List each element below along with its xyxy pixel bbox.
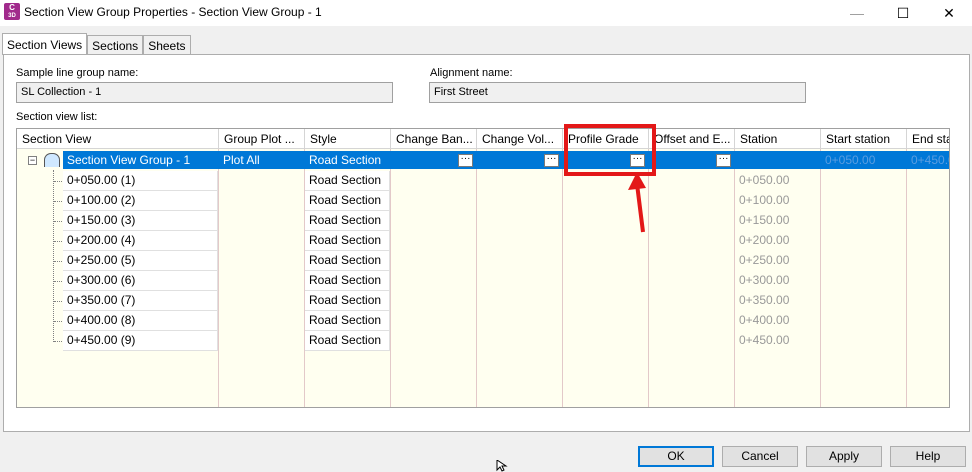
section-view-row-station: 0+450.00 bbox=[739, 333, 790, 347]
section-view-row-name[interactable]: 0+200.00 (4) bbox=[63, 231, 218, 251]
horizontal-scrollbar[interactable]: < > bbox=[17, 407, 949, 408]
section-view-row-station: 0+250.00 bbox=[739, 253, 790, 267]
section-view-row-style[interactable]: Road Section bbox=[305, 311, 390, 331]
section-view-row-style[interactable]: Road Section bbox=[305, 251, 390, 271]
tree-connector bbox=[54, 181, 62, 182]
group-name-cell[interactable]: Section View Group - 1 bbox=[63, 151, 218, 171]
col-header-style[interactable]: Style bbox=[305, 129, 391, 149]
section-view-row-style[interactable]: Road Section bbox=[305, 171, 390, 191]
section-view-row-name[interactable]: 0+450.00 (9) bbox=[63, 331, 218, 351]
maximize-button[interactable]: ☐ bbox=[880, 0, 926, 26]
section-view-row-style[interactable]: Road Section bbox=[305, 211, 390, 231]
minimize-button[interactable]: — bbox=[834, 0, 880, 26]
tree-connector bbox=[54, 201, 62, 202]
app-icon-letter: C bbox=[9, 3, 15, 12]
col-header-change-band[interactable]: Change Ban... bbox=[391, 129, 477, 149]
section-view-row-name[interactable]: 0+100.00 (2) bbox=[63, 191, 218, 211]
tab-sections[interactable]: Sections bbox=[87, 35, 144, 55]
civil3d-app-icon: C 3D bbox=[4, 3, 20, 20]
help-button[interactable]: Help bbox=[890, 446, 966, 467]
section-view-row-station: 0+350.00 bbox=[739, 293, 790, 307]
col-header-end-station[interactable]: End sta bbox=[907, 129, 949, 149]
title-bar: C 3D Section View Group Properties - Sec… bbox=[0, 0, 972, 26]
tab-sheets[interactable]: Sheets bbox=[143, 35, 191, 55]
tree-connector bbox=[54, 261, 62, 262]
tree-connector bbox=[54, 221, 62, 222]
section-view-grid[interactable]: Section View Group Plot ... Style Change… bbox=[16, 128, 950, 408]
tab-strip: Section Views Sections Sheets bbox=[2, 33, 191, 55]
window-title: Section View Group Properties - Section … bbox=[24, 5, 322, 19]
section-view-row-station: 0+050.00 bbox=[739, 173, 790, 187]
mouse-cursor-icon bbox=[496, 460, 508, 472]
column-separator bbox=[820, 149, 821, 407]
section-view-row-station: 0+100.00 bbox=[739, 193, 790, 207]
section-view-row-style[interactable]: Road Section bbox=[305, 231, 390, 251]
sample-line-group-label: Sample line group name: bbox=[16, 67, 139, 79]
column-separator bbox=[562, 149, 563, 407]
change-volume-ellipsis-button[interactable]: ··· bbox=[544, 154, 559, 167]
ok-button[interactable]: OK bbox=[638, 446, 714, 467]
tree-connector bbox=[54, 341, 62, 342]
red-annotation-arrow bbox=[628, 172, 646, 233]
section-view-row-name[interactable]: 0+400.00 (8) bbox=[63, 311, 218, 331]
app-icon-sub: 3D bbox=[8, 13, 16, 19]
collapse-toggle[interactable]: − bbox=[28, 156, 37, 165]
alignment-field[interactable]: First Street bbox=[429, 82, 806, 103]
tree-connector bbox=[54, 281, 62, 282]
section-view-row-name[interactable]: 0+150.00 (3) bbox=[63, 211, 218, 231]
alignment-label: Alignment name: bbox=[430, 67, 513, 79]
section-view-row-name[interactable]: 0+250.00 (5) bbox=[63, 251, 218, 271]
col-header-station[interactable]: Station bbox=[735, 129, 821, 149]
section-view-row-station: 0+150.00 bbox=[739, 213, 790, 227]
cancel-button[interactable]: Cancel bbox=[722, 446, 798, 467]
column-separator bbox=[906, 149, 907, 407]
change-band-ellipsis-button[interactable]: ··· bbox=[458, 154, 473, 167]
tree-connector bbox=[53, 170, 54, 342]
section-view-row-name[interactable]: 0+050.00 (1) bbox=[63, 171, 218, 191]
group-start-station-cell: 0+050.00 bbox=[825, 153, 876, 167]
section-view-row-style[interactable]: Road Section bbox=[305, 291, 390, 311]
close-button[interactable]: ✕ bbox=[926, 0, 972, 26]
col-header-offset-elevation[interactable]: Offset and E... bbox=[649, 129, 735, 149]
section-view-row-name[interactable]: 0+300.00 (6) bbox=[63, 271, 218, 291]
group-plot-cell[interactable]: Plot All bbox=[219, 151, 304, 171]
section-view-row-style[interactable]: Road Section bbox=[305, 191, 390, 211]
col-header-group-plot[interactable]: Group Plot ... bbox=[219, 129, 305, 149]
tree-connector bbox=[54, 321, 62, 322]
section-view-row-station: 0+400.00 bbox=[739, 313, 790, 327]
offset-elevation-ellipsis-button[interactable]: ··· bbox=[716, 154, 731, 167]
tree-connector bbox=[54, 301, 62, 302]
section-view-group-icon bbox=[44, 153, 60, 167]
column-separator bbox=[476, 149, 477, 407]
column-separator bbox=[218, 149, 219, 407]
section-view-row-station: 0+200.00 bbox=[739, 233, 790, 247]
section-view-row-style[interactable]: Road Section bbox=[305, 271, 390, 291]
col-header-start-station[interactable]: Start station bbox=[821, 129, 907, 149]
profile-grade-highlight-box bbox=[564, 124, 656, 176]
col-header-section-view[interactable]: Section View bbox=[17, 129, 219, 149]
apply-button[interactable]: Apply bbox=[806, 446, 882, 467]
column-separator bbox=[390, 149, 391, 407]
section-view-row-station: 0+300.00 bbox=[739, 273, 790, 287]
section-view-row-style[interactable]: Road Section bbox=[305, 331, 390, 351]
sample-line-group-field[interactable]: SL Collection - 1 bbox=[16, 82, 393, 103]
section-view-row-name[interactable]: 0+350.00 (7) bbox=[63, 291, 218, 311]
group-end-station-cell: 0+450.0 bbox=[911, 153, 949, 167]
tab-section-views[interactable]: Section Views bbox=[2, 33, 88, 55]
group-style-cell[interactable]: Road Section bbox=[305, 151, 390, 171]
tree-connector bbox=[54, 241, 62, 242]
col-header-change-volume[interactable]: Change Vol... bbox=[477, 129, 563, 149]
section-view-list-label: Section view list: bbox=[16, 111, 98, 123]
